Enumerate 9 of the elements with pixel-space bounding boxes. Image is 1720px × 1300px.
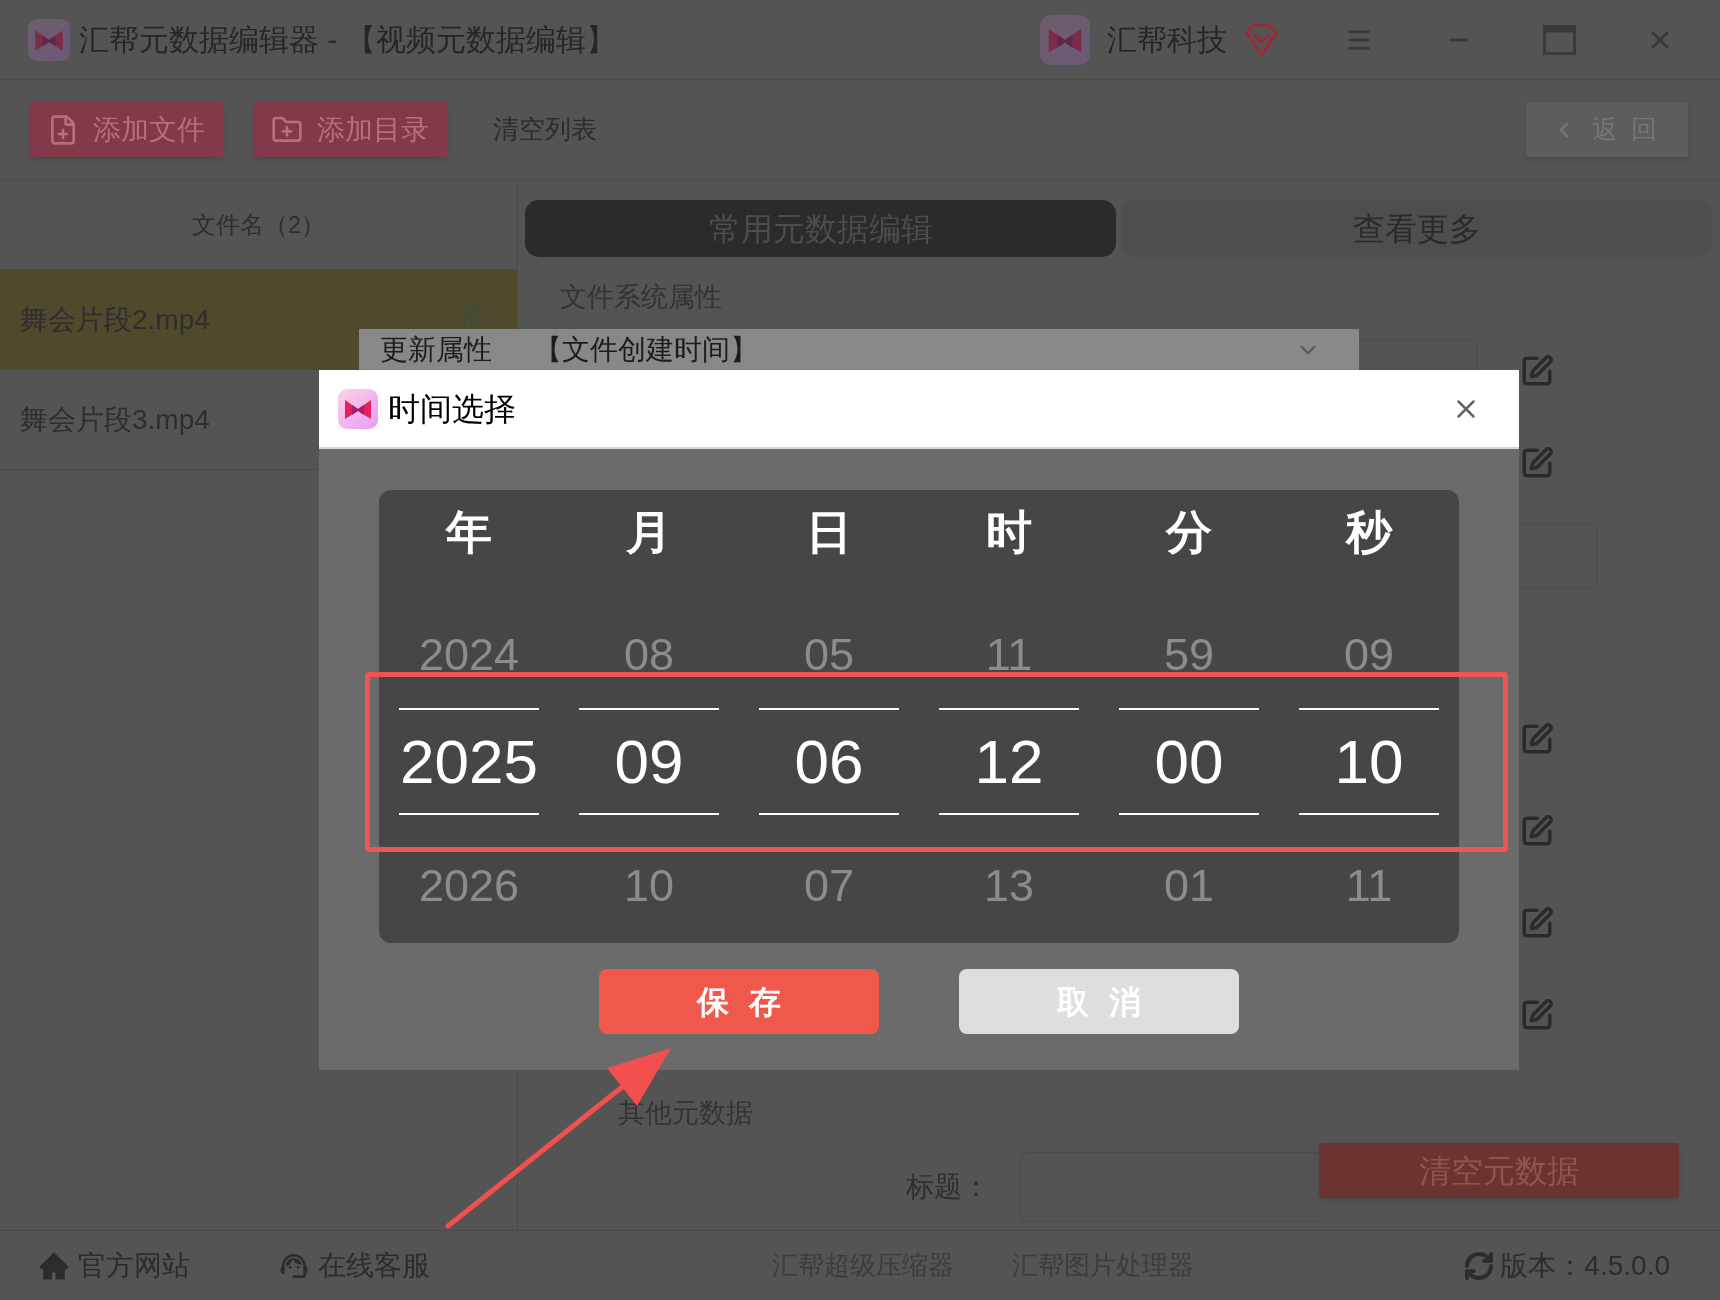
dialog-title: 时间选择 xyxy=(388,389,516,429)
dropdown-label: 更新属性 xyxy=(380,332,492,367)
column-header: 日 xyxy=(806,504,852,560)
column-header: 年 xyxy=(446,504,492,560)
column-header: 秒 xyxy=(1346,504,1392,560)
column-header: 分 xyxy=(1166,504,1212,560)
dropdown-value: 【文件创建时间】 xyxy=(534,332,758,367)
column-header: 月 xyxy=(626,504,672,560)
column-header: 时 xyxy=(986,504,1032,560)
